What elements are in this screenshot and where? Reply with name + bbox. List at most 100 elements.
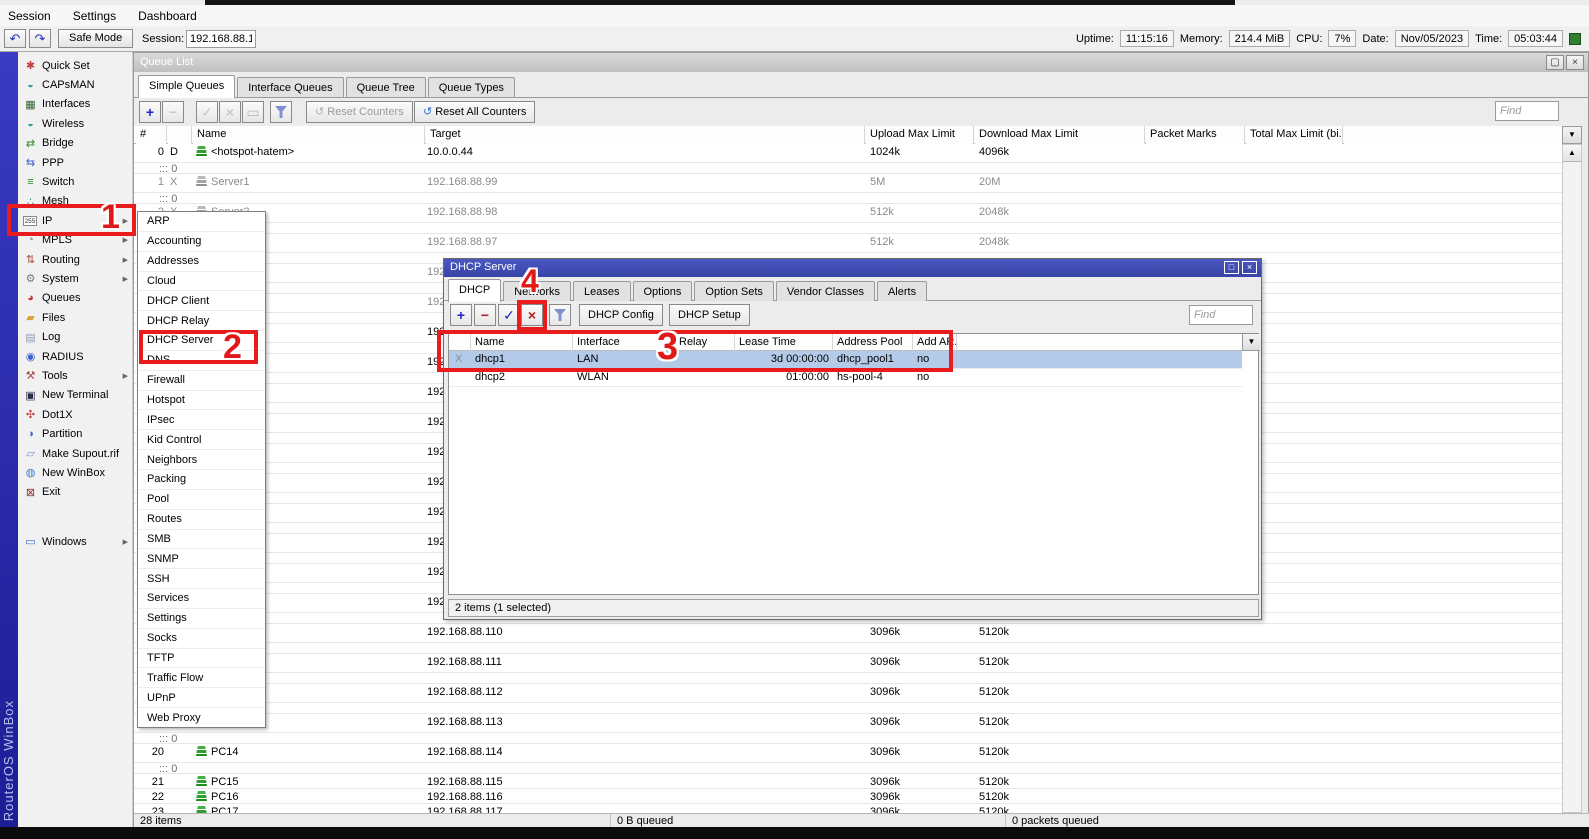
column-select-button[interactable]: ▼: [1242, 334, 1260, 351]
queue-window-titlebar[interactable]: Queue List: [134, 53, 1588, 72]
add-queue-button[interactable]: +: [139, 101, 161, 123]
tab-queue-types[interactable]: Queue Types: [428, 77, 515, 97]
queue-table-row[interactable]: 23PC17192.168.88.1173096k5120k: [134, 804, 1562, 813]
restore-button[interactable]: ▢: [1546, 55, 1564, 70]
queue-comment-row[interactable]: ::: 0: [134, 703, 1562, 714]
sidebar-item-interfaces[interactable]: ▦Interfaces: [18, 95, 132, 114]
undo-button[interactable]: ↶: [4, 29, 26, 48]
ip-menu-item-ipsec[interactable]: IPsec: [138, 410, 265, 430]
sidebar-item-new-winbox[interactable]: ◍New WinBox: [18, 463, 132, 482]
redo-button[interactable]: ↷: [29, 29, 51, 48]
sidebar-item-system[interactable]: ⚙System▶: [18, 269, 132, 288]
column-header-Target[interactable]: Target: [426, 126, 865, 144]
queue-comment-row[interactable]: ::: 0: [134, 733, 1562, 744]
ip-menu-item-smb[interactable]: SMB: [138, 530, 265, 550]
menu-settings[interactable]: Settings: [73, 9, 116, 23]
queue-table-row[interactable]: 192.168.88.1103096k5120k: [134, 624, 1562, 643]
queue-table-row[interactable]: 21PC15192.168.88.1153096k5120k: [134, 774, 1562, 789]
disable-queue-button[interactable]: ×: [219, 101, 241, 123]
ip-menu-item-pool[interactable]: Pool: [138, 490, 265, 510]
sidebar-item-exit[interactable]: ⊠Exit: [18, 483, 132, 502]
menu-dashboard[interactable]: Dashboard: [138, 9, 197, 23]
sidebar-item-routing[interactable]: ⇅Routing▶: [18, 250, 132, 269]
queue-table-row[interactable]: 192.168.88.1113096k5120k: [134, 654, 1562, 673]
session-input[interactable]: [186, 30, 256, 48]
dhcp-find-input[interactable]: [1189, 305, 1253, 325]
sidebar-item-ppp[interactable]: ⇆PPP: [18, 153, 132, 172]
sidebar-item-queues[interactable]: ◕Queues: [18, 289, 132, 308]
sidebar-item-files[interactable]: ▰Files: [18, 308, 132, 327]
queue-table-row[interactable]: 20PC14192.168.88.1143096k5120k: [134, 744, 1562, 763]
sidebar-item-wireless[interactable]: ◒Wireless: [18, 114, 132, 133]
maximize-button[interactable]: □: [1224, 261, 1239, 274]
ip-menu-item-dhcp-relay[interactable]: DHCP Relay: [138, 311, 265, 331]
ip-menu-item-kid-control[interactable]: Kid Control: [138, 430, 265, 450]
ip-menu-item-accounting[interactable]: Accounting: [138, 232, 265, 252]
queue-table-row[interactable]: 22PC16192.168.88.1163096k5120k: [134, 789, 1562, 804]
ip-menu-item-tftp[interactable]: TFTP: [138, 649, 265, 669]
tab-queue-tree[interactable]: Queue Tree: [346, 77, 426, 97]
queue-table-row[interactable]: 1XServer1192.168.88.995M20M: [134, 174, 1562, 193]
add-dhcp-button[interactable]: +: [450, 304, 472, 326]
sidebar-item-capsman[interactable]: ◒CAPsMAN: [18, 75, 132, 94]
close-button[interactable]: ×: [1566, 55, 1584, 70]
column-header-Download Max Limit[interactable]: Download Max Limit: [975, 126, 1145, 144]
tab-leases[interactable]: Leases: [573, 281, 630, 301]
ip-menu-item-services[interactable]: Services: [138, 589, 265, 609]
dhcp-setup-button[interactable]: DHCP Setup: [669, 304, 750, 326]
ip-menu-item-packing[interactable]: Packing: [138, 470, 265, 490]
tab-alerts[interactable]: Alerts: [877, 281, 927, 301]
remove-queue-button[interactable]: −: [162, 101, 184, 123]
sidebar-item-windows[interactable]: ▭Windows▶: [18, 532, 132, 551]
reset-counters-button[interactable]: ↺Reset Counters: [306, 101, 413, 123]
column-header-flag[interactable]: [168, 126, 192, 144]
comment-button[interactable]: ▭: [242, 101, 264, 123]
ip-menu-item-dhcp-client[interactable]: DHCP Client: [138, 291, 265, 311]
column-header-Name[interactable]: Name: [193, 126, 425, 144]
close-button[interactable]: ×: [1242, 261, 1257, 274]
queue-table-row[interactable]: 192.168.88.1133096k5120k: [134, 714, 1562, 733]
tab-option-sets[interactable]: Option Sets: [694, 281, 773, 301]
safe-mode-button[interactable]: Safe Mode: [58, 29, 133, 48]
dhcp-config-button[interactable]: DHCP Config: [579, 304, 663, 326]
remove-dhcp-button[interactable]: −: [474, 304, 496, 326]
reset-all-counters-button[interactable]: ↺Reset All Counters: [414, 101, 535, 123]
sidebar-item-bridge[interactable]: ⇄Bridge: [18, 134, 132, 153]
ip-menu-item-neighbors[interactable]: Neighbors: [138, 450, 265, 470]
queue-table-row[interactable]: 192.168.88.1123096k5120k: [134, 684, 1562, 703]
dhcp-window-titlebar[interactable]: DHCP Server: [444, 259, 1261, 277]
ip-menu-item-hotspot[interactable]: Hotspot: [138, 391, 265, 411]
queue-comment-row[interactable]: ::: 0: [134, 193, 1562, 204]
sidebar-item-new-terminal[interactable]: ▣New Terminal: [18, 386, 132, 405]
ip-menu-item-addresses[interactable]: Addresses: [138, 252, 265, 272]
ip-menu-item-upnp[interactable]: UPnP: [138, 688, 265, 708]
vertical-scrollbar[interactable]: ▲: [1562, 144, 1582, 813]
queue-comment-row[interactable]: ::: 0: [134, 643, 1562, 654]
column-header-Total Max Limit (bi...[interactable]: Total Max Limit (bi...: [1246, 126, 1343, 144]
tab-interface-queues[interactable]: Interface Queues: [237, 77, 343, 97]
sidebar-item-log[interactable]: ▤Log: [18, 327, 132, 346]
ip-menu-item-socks[interactable]: Socks: [138, 629, 265, 649]
scroll-up-button[interactable]: ▲: [1563, 145, 1581, 162]
tab-options[interactable]: Options: [633, 281, 693, 301]
queue-table-row[interactable]: 0D<hotspot-hatem>10.0.0.441024k4096k: [134, 144, 1562, 163]
queue-table-row[interactable]: 192.168.88.97512k2048k: [134, 234, 1562, 253]
filter-button[interactable]: [270, 101, 292, 123]
tab-vendor-classes[interactable]: Vendor Classes: [776, 281, 875, 301]
sidebar-item-quick-set[interactable]: ✱Quick Set: [18, 56, 132, 75]
filter-button[interactable]: [549, 304, 571, 326]
enable-queue-button[interactable]: ✓: [196, 101, 218, 123]
column-header-Packet Marks[interactable]: Packet Marks: [1146, 126, 1245, 144]
sidebar-item-radius[interactable]: ◉RADIUS: [18, 347, 132, 366]
column-header-Upload Max Limit[interactable]: Upload Max Limit: [866, 126, 974, 144]
queue-table-row[interactable]: 2XServer2192.168.88.98512k2048k: [134, 204, 1562, 223]
queue-find-input[interactable]: [1495, 101, 1559, 121]
ip-menu-item-ssh[interactable]: SSH: [138, 569, 265, 589]
menu-session[interactable]: Session: [8, 9, 51, 23]
tab-dhcp[interactable]: DHCP: [448, 279, 501, 302]
queue-comment-row[interactable]: ::: 0: [134, 673, 1562, 684]
sidebar-item-tools[interactable]: ⚒Tools▶: [18, 366, 132, 385]
sidebar-item-make-supout-rif[interactable]: ▱Make Supout.rif: [18, 444, 132, 463]
sidebar-item-partition[interactable]: ◑Partition: [18, 424, 132, 443]
queue-comment-row[interactable]: ::: 0: [134, 163, 1562, 174]
